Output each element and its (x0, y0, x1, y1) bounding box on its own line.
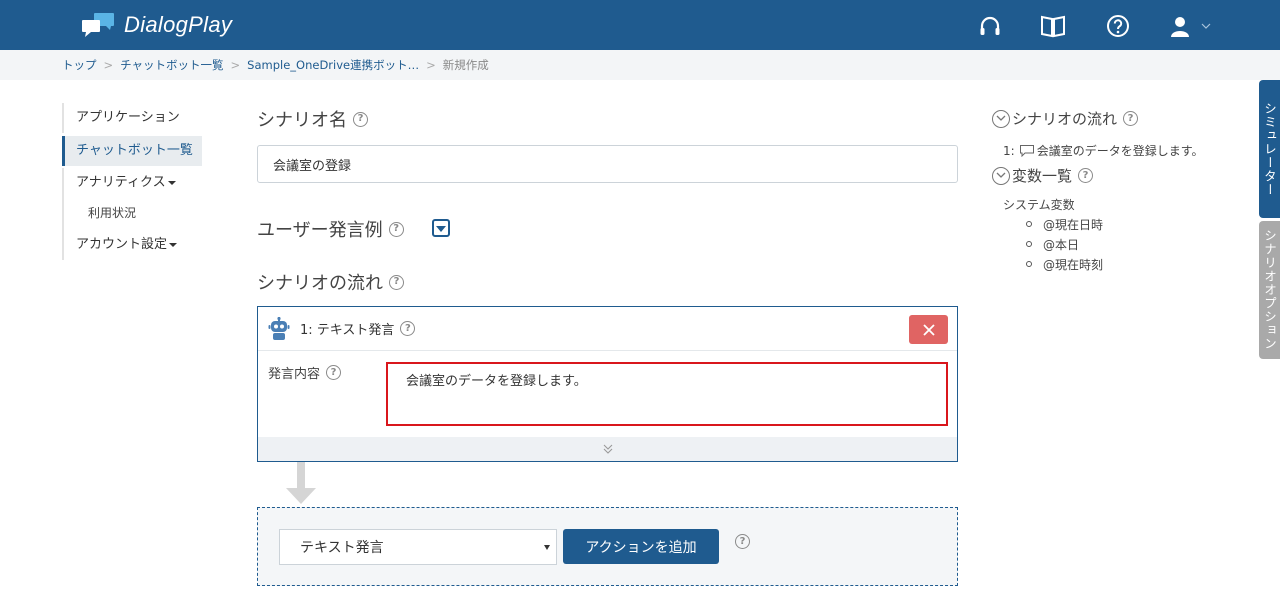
scenario-name-heading: シナリオ名 ? (257, 106, 368, 132)
add-action-area: テキスト発言 アクションを追加 ? (257, 507, 958, 586)
bullet-icon (1026, 221, 1032, 227)
speech-bubble-icon (1019, 145, 1034, 157)
action-type-value: テキスト発言 (300, 540, 384, 556)
chat-bubbles-icon (82, 13, 114, 37)
user-utterance-heading: ユーザー発言例 ? (257, 216, 404, 242)
action-card-header: 1: テキスト発言 ? (258, 307, 957, 351)
variable-item[interactable]: @現在時刻 (1043, 256, 1103, 273)
sidebar: アプリケーション チャットボット一覧 アナリティクス 利用状況 アカウント設定 (62, 103, 202, 260)
help-icon[interactable]: ? (388, 221, 404, 237)
chevron-down-icon (1201, 23, 1211, 29)
bullet-icon (1026, 241, 1032, 247)
sidebar-item-analytics[interactable]: アナリティクス (62, 168, 202, 198)
scenario-name-input[interactable] (257, 145, 958, 183)
sidebar-item-usage[interactable]: 利用状況 (62, 198, 202, 230)
app-logo[interactable]: DialogPlay (80, 10, 232, 40)
scenario-name-title: シナリオ名 (257, 110, 347, 131)
user-menu[interactable] (1168, 13, 1216, 39)
add-action-button[interactable]: アクションを追加 (563, 529, 719, 564)
sidebar-item-label: チャットボット一覧 (76, 143, 193, 158)
flow-step-number: 1: (1003, 143, 1015, 158)
help-svg (1107, 15, 1129, 37)
help-icon[interactable]: ? (735, 534, 750, 549)
double-chevron-down-icon (603, 444, 612, 454)
variables-heading[interactable]: 変数一覧 ? (992, 165, 1094, 186)
help-icon[interactable]: ? (326, 365, 342, 380)
sidebar-item-label: 利用状況 (88, 206, 137, 220)
dropdown-arrow-icon (544, 545, 550, 550)
system-variables-label: システム変数 (1003, 198, 1075, 212)
flow-summary-title: シナリオの流れ (1012, 110, 1118, 128)
sidebar-item-applications[interactable]: アプリケーション (62, 103, 202, 133)
scenario-flow-title: シナリオの流れ (257, 273, 383, 294)
variable-item[interactable]: @現在日時 (1043, 216, 1103, 233)
book-icon[interactable] (1040, 13, 1066, 39)
help-icon[interactable]: ? (400, 321, 416, 336)
breadcrumb-chatbot-list[interactable]: チャットボット一覧 (120, 57, 223, 73)
flow-summary-item[interactable]: 1: 会議室のデータを登録します。 (1003, 142, 1204, 159)
flow-step-text: 会議室のデータを登録します。 (1036, 144, 1204, 158)
help-icon[interactable]: ? (1123, 111, 1139, 126)
breadcrumb-separator: > (230, 58, 241, 72)
help-icon[interactable]: ? (1078, 168, 1094, 183)
help-icon[interactable]: ? (353, 111, 368, 127)
variables-title: 変数一覧 (1012, 167, 1073, 185)
chevron-down-circle-icon (992, 166, 1010, 185)
breadcrumb-separator: > (426, 58, 436, 72)
close-icon (922, 323, 935, 336)
sidebar-item-chatbot-list[interactable]: チャットボット一覧 (62, 136, 202, 166)
bullet-icon (1026, 261, 1032, 267)
flow-arrow-icon (286, 462, 316, 504)
help-icon[interactable]: ? (389, 274, 404, 290)
caret-down-icon (167, 180, 176, 185)
breadcrumb: トップ > チャットボット一覧 > Sample_OneDrive連携ボット… … (0, 50, 1280, 80)
top-header: DialogPlay (0, 0, 1280, 50)
action-type-select[interactable]: テキスト発言 (279, 529, 557, 565)
caret-down-icon (169, 242, 178, 247)
utterance-textarea[interactable]: 会議室のデータを登録します。 (386, 362, 948, 426)
sidebar-item-account-settings[interactable]: アカウント設定 (62, 230, 202, 260)
breadcrumb-separator: > (103, 58, 114, 72)
breadcrumb-bot[interactable]: Sample_OneDrive連携ボット… (247, 57, 419, 73)
delete-action-button[interactable] (909, 315, 948, 344)
scenario-flow-heading: シナリオの流れ ? (257, 269, 404, 295)
flow-summary-heading[interactable]: シナリオの流れ ? (992, 108, 1139, 129)
simulator-tab[interactable]: シミュレーター (1259, 80, 1280, 218)
sidebar-item-label: アプリケーション (76, 110, 180, 125)
expand-toggle-button[interactable] (432, 219, 450, 237)
variable-item[interactable]: @本日 (1043, 236, 1079, 253)
app-name: DialogPlay (124, 12, 233, 37)
action-card: 1: テキスト発言 ? 発言内容 ? 会議室のデータを登録します。 (257, 306, 958, 462)
book-svg (1041, 15, 1065, 38)
sidebar-item-label: アカウント設定 (76, 237, 168, 252)
help-icon[interactable] (1105, 13, 1131, 39)
breadcrumb-current: 新規作成 (442, 58, 489, 72)
utterance-label: 発言内容 (268, 367, 321, 382)
expand-card-button[interactable] (258, 437, 957, 461)
user-icon (1171, 17, 1189, 37)
chevron-down-circle-icon (992, 109, 1010, 128)
headset-icon[interactable] (977, 13, 1003, 39)
scenario-options-tab[interactable]: シナリオオプション (1259, 221, 1280, 359)
utterance-label-row: 発言内容 ? (268, 363, 342, 382)
headset-svg (980, 16, 1000, 35)
action-title: 1: テキスト発言 (300, 323, 395, 338)
user-utterance-title: ユーザー発言例 (257, 220, 383, 241)
robot-icon (268, 316, 290, 340)
breadcrumb-top[interactable]: トップ (62, 57, 97, 73)
sidebar-item-label: アナリティクス (76, 175, 166, 190)
caret-down-icon (436, 225, 446, 232)
